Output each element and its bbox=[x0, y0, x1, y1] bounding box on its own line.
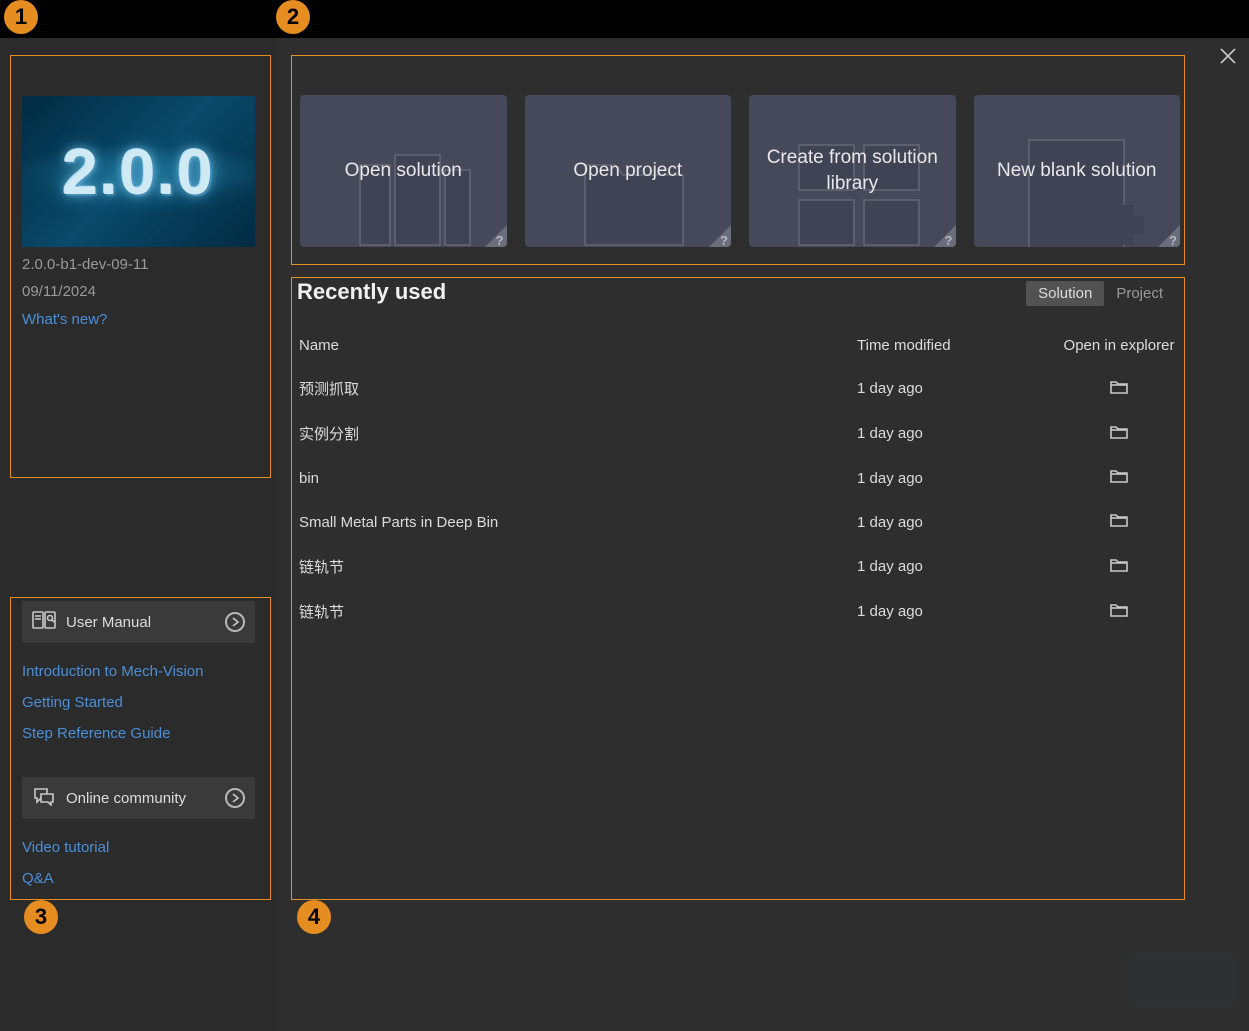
build-string: 2.0.0-b1-dev-09-11 bbox=[22, 256, 148, 273]
table-row[interactable]: 链轨节1 day ago bbox=[297, 544, 1181, 589]
row-name: Small Metal Parts in Deep Bin bbox=[297, 514, 857, 531]
book-icon bbox=[32, 610, 56, 635]
open-solution-card[interactable]: Open solution ? bbox=[300, 95, 507, 247]
open-project-label: Open project bbox=[565, 158, 690, 184]
row-name: 实例分割 bbox=[297, 423, 857, 444]
open-in-explorer-icon[interactable] bbox=[1110, 379, 1128, 395]
row-time: 1 day ago bbox=[857, 603, 1057, 620]
row-name: 链轨节 bbox=[297, 556, 857, 577]
help-icon[interactable]: ? bbox=[945, 233, 953, 247]
new-blank-solution-card[interactable]: New blank solution ? bbox=[974, 95, 1181, 247]
annotation-3: 3 bbox=[24, 900, 58, 934]
link-video-tutorial[interactable]: Video tutorial bbox=[22, 839, 255, 856]
annotation-1: 1 bbox=[4, 0, 38, 34]
build-date: 09/11/2024 bbox=[22, 283, 96, 300]
user-manual-label: User Manual bbox=[66, 614, 215, 631]
open-in-explorer-icon[interactable] bbox=[1110, 468, 1128, 484]
chevron-right-icon bbox=[225, 788, 245, 808]
row-name: 预测抓取 bbox=[297, 378, 857, 399]
row-name: 链轨节 bbox=[297, 601, 857, 622]
title-bar bbox=[0, 0, 1249, 38]
row-time: 1 day ago bbox=[857, 470, 1057, 487]
version-banner: 2.0.0 bbox=[22, 96, 255, 247]
online-community-label: Online community bbox=[66, 790, 215, 807]
version-number: 2.0.0 bbox=[62, 135, 214, 209]
open-in-explorer-icon[interactable] bbox=[1110, 557, 1128, 573]
create-from-library-card[interactable]: Create from solution library ? bbox=[749, 95, 956, 247]
chat-icon bbox=[32, 786, 56, 811]
table-row[interactable]: 预测抓取1 day ago bbox=[297, 366, 1181, 411]
row-time: 1 day ago bbox=[857, 425, 1057, 442]
tab-project[interactable]: Project bbox=[1104, 281, 1175, 306]
table-row[interactable]: 实例分割1 day ago bbox=[297, 411, 1181, 456]
whats-new-link[interactable]: What's new? bbox=[22, 311, 107, 328]
open-project-card[interactable]: Open project ? bbox=[525, 95, 732, 247]
link-intro-mech-vision[interactable]: Introduction to Mech-Vision bbox=[22, 663, 255, 680]
open-in-explorer-icon[interactable] bbox=[1110, 424, 1128, 440]
row-time: 1 day ago bbox=[857, 558, 1057, 575]
row-time: 1 day ago bbox=[857, 514, 1057, 531]
chevron-right-icon bbox=[225, 612, 245, 632]
row-time: 1 day ago bbox=[857, 380, 1057, 397]
table-row[interactable]: Small Metal Parts in Deep Bin1 day ago bbox=[297, 500, 1181, 544]
help-icon[interactable]: ? bbox=[720, 233, 728, 247]
table-header: Name Time modified Open in explorer bbox=[297, 325, 1181, 366]
link-qa[interactable]: Q&A bbox=[22, 870, 255, 887]
watermark bbox=[1127, 953, 1237, 1007]
user-manual-button[interactable]: User Manual bbox=[22, 601, 255, 643]
tab-solution[interactable]: Solution bbox=[1026, 281, 1104, 306]
new-blank-solution-label: New blank solution bbox=[989, 158, 1164, 184]
help-icon[interactable]: ? bbox=[496, 233, 504, 247]
column-open: Open in explorer bbox=[1057, 337, 1181, 354]
open-in-explorer-icon[interactable] bbox=[1110, 512, 1128, 528]
open-in-explorer-icon[interactable] bbox=[1110, 602, 1128, 618]
annotation-4: 4 bbox=[297, 900, 331, 934]
create-from-library-label: Create from solution library bbox=[749, 145, 956, 196]
row-name: bin bbox=[297, 470, 857, 487]
column-name: Name bbox=[297, 337, 857, 354]
open-solution-label: Open solution bbox=[337, 158, 470, 184]
link-step-reference[interactable]: Step Reference Guide bbox=[22, 725, 255, 742]
column-time: Time modified bbox=[857, 337, 1057, 354]
link-getting-started[interactable]: Getting Started bbox=[22, 694, 255, 711]
close-icon[interactable] bbox=[1220, 47, 1236, 70]
table-row[interactable]: 链轨节1 day ago bbox=[297, 589, 1181, 634]
help-icon[interactable]: ? bbox=[1169, 233, 1177, 247]
online-community-button[interactable]: Online community bbox=[22, 777, 255, 819]
annotation-2: 2 bbox=[276, 0, 310, 34]
table-row[interactable]: bin1 day ago bbox=[297, 456, 1181, 500]
